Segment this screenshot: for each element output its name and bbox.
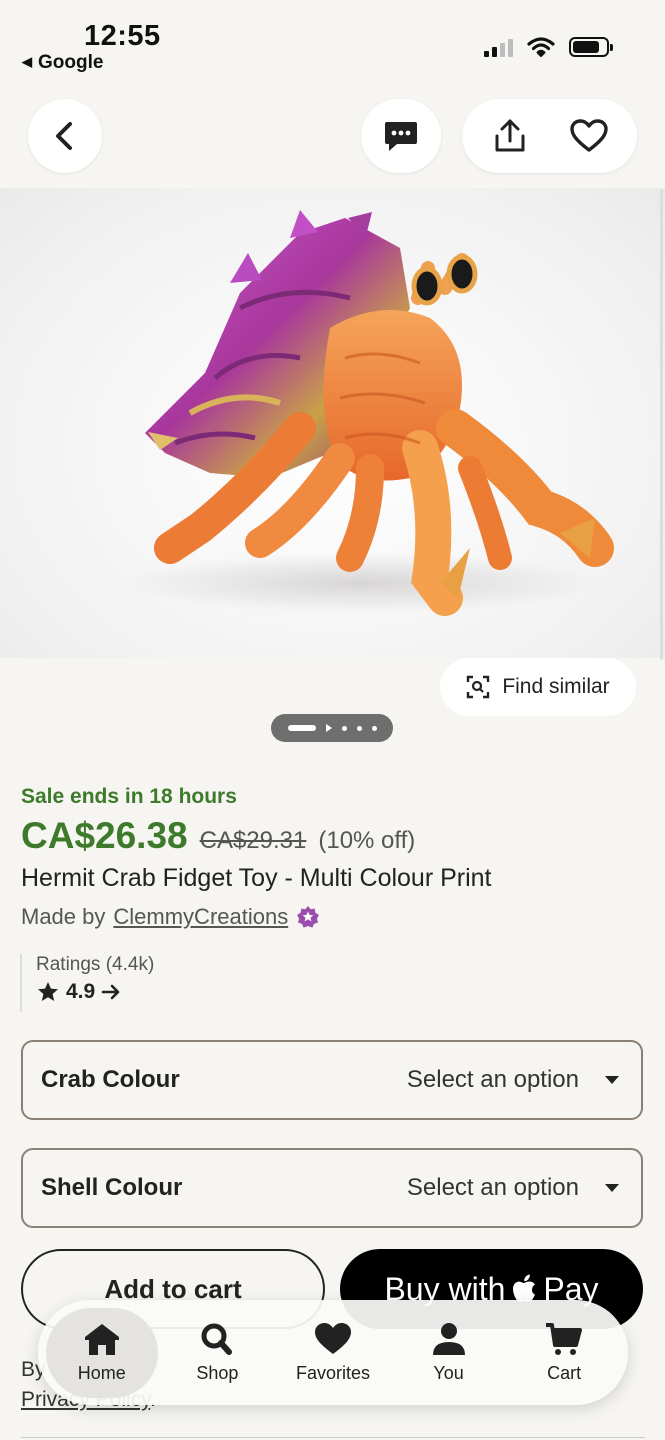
- sale-countdown: Sale ends in 18 hours: [21, 785, 237, 808]
- crab-colour-value: Select an option: [406, 1066, 579, 1093]
- status-bar: 12:55 ◀ Google: [0, 0, 665, 80]
- product-image[interactable]: [0, 188, 665, 658]
- message-seller-button[interactable]: [361, 99, 441, 173]
- nav-home[interactable]: Home: [45, 1307, 158, 1398]
- heart-icon: [314, 1323, 351, 1354]
- home-icon: [84, 1324, 119, 1355]
- share-icon: [495, 119, 525, 152]
- sale-price: CA$26.38: [21, 815, 188, 856]
- nav-home-label: Home: [77, 1363, 126, 1383]
- back-to-app-link[interactable]: ◀ Google: [22, 52, 103, 74]
- chat-bubble-icon: [385, 122, 417, 151]
- bottom-navigation: Home Shop Favorites You Cart: [38, 1300, 628, 1405]
- find-similar-button[interactable]: Find similar: [440, 658, 636, 716]
- discount-label: (10% off): [318, 827, 416, 854]
- share-favorite-group: [462, 99, 637, 173]
- carousel-dot: [371, 725, 377, 731]
- back-app-label: Google: [38, 52, 104, 73]
- caret-down-icon: [605, 1076, 619, 1084]
- share-button[interactable]: [480, 106, 540, 166]
- scroll-indicator: [660, 190, 663, 660]
- ratings-label: Ratings (4.4k): [36, 954, 155, 975]
- nav-you-label: You: [433, 1363, 464, 1383]
- status-time: 12:55: [84, 20, 161, 52]
- caret-down-icon: [605, 1184, 619, 1192]
- person-icon: [432, 1323, 465, 1355]
- made-by-prefix: Made by: [21, 904, 106, 929]
- divider: [21, 1437, 645, 1438]
- arrow-right-icon: [101, 984, 120, 1000]
- nav-shop-label: Shop: [196, 1363, 239, 1383]
- rating-value-row: 4.9: [36, 980, 154, 1004]
- shell-colour-label: Shell Colour: [41, 1174, 183, 1201]
- nav-shop[interactable]: Shop: [161, 1308, 273, 1398]
- carousel-dot: [341, 725, 347, 731]
- ratings-summary[interactable]: Ratings (4.4k) 4.9: [20, 954, 154, 1012]
- star-icon: [38, 982, 58, 1001]
- cart-icon: [546, 1323, 583, 1355]
- shell-colour-select[interactable]: Shell Colour Select an option: [21, 1148, 643, 1228]
- original-price: CA$29.31: [199, 827, 307, 854]
- nav-cart-label: Cart: [547, 1363, 582, 1383]
- shop-name-link[interactable]: ClemmyCreations: [113, 904, 288, 930]
- hermit-crab-illustration: [120, 210, 614, 616]
- price-row: CA$26.38 CA$29.31 (10% off): [21, 815, 415, 857]
- favorite-button[interactable]: [559, 106, 619, 166]
- star-seller-badge-icon: [296, 905, 320, 929]
- nav-cart[interactable]: Cart: [508, 1308, 620, 1398]
- heart-outline-icon: [570, 119, 608, 152]
- nav-favorites[interactable]: Favorites: [277, 1308, 389, 1398]
- system-icons: [484, 36, 613, 58]
- rating-value: 4.9: [66, 980, 96, 1003]
- crab-colour-select[interactable]: Crab Colour Select an option: [21, 1040, 643, 1120]
- visual-search-icon: [467, 675, 490, 699]
- chevron-left-icon: [56, 122, 72, 150]
- back-button[interactable]: [28, 99, 102, 173]
- find-similar-label: Find similar: [502, 675, 610, 698]
- carousel-dot: [356, 725, 362, 731]
- signal-icon: [484, 37, 513, 57]
- search-icon: [201, 1323, 233, 1355]
- shell-colour-value: Select an option: [406, 1174, 579, 1201]
- nav-favorites-label: Favorites: [295, 1363, 370, 1383]
- crab-colour-label: Crab Colour: [41, 1066, 180, 1093]
- product-title: Hermit Crab Fidget Toy - Multi Colour Pr…: [21, 864, 492, 892]
- carousel-active-bar: [287, 725, 316, 731]
- wifi-icon: [527, 37, 555, 57]
- battery-icon: [569, 37, 613, 57]
- nav-you[interactable]: You: [393, 1308, 505, 1398]
- made-by-row: Made by ClemmyCreations: [21, 904, 320, 930]
- image-carousel-indicator[interactable]: [271, 714, 393, 742]
- back-triangle-icon: ◀: [22, 54, 32, 69]
- carousel-video-icon: [325, 724, 332, 732]
